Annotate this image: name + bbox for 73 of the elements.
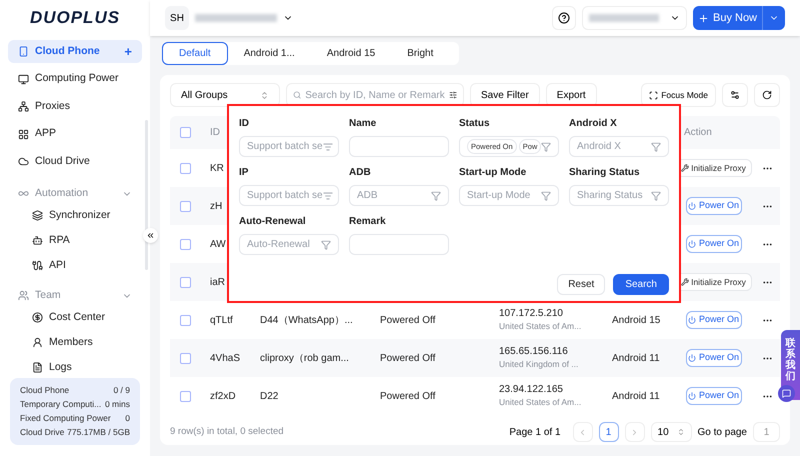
power-on-button[interactable]: Power On — [686, 197, 742, 215]
usage-value: 0 — [125, 412, 130, 425]
sidebar-item[interactable]: Cloud Phone + — [8, 40, 142, 63]
sidebar-item[interactable]: APP — [8, 122, 142, 146]
sidebar-item[interactable]: API — [8, 254, 142, 276]
usage-label: Cloud Drive — [20, 426, 64, 439]
usage-value: 775.17MB / 5GB — [67, 426, 130, 439]
tab[interactable]: Android 1... — [228, 42, 311, 65]
location-text: United States of Am... — [499, 396, 582, 408]
power-on-button[interactable]: Power On — [686, 235, 742, 253]
tab[interactable]: Bright — [391, 42, 450, 65]
field-label: ID — [239, 117, 250, 131]
column-header: Action — [683, 126, 713, 140]
page-size-select[interactable]: 10 — [650, 422, 692, 442]
sidebar-item[interactable]: Cloud Drive — [8, 150, 142, 173]
sidebar-item[interactable]: Members — [8, 332, 142, 354]
location-text: United Kingdom of ... — [499, 358, 580, 370]
buy-now-button[interactable]: Buy Now — [693, 6, 785, 30]
android-cell-text: Android 15 — [611, 314, 662, 328]
ip-cell-text: 165.65.156.116 — [499, 346, 569, 358]
sidebar-item[interactable]: Logs — [8, 356, 142, 378]
power-on-button[interactable]: Power On — [686, 349, 742, 367]
status-cell-text: Powered Off — [379, 352, 436, 366]
field-label: Name — [349, 117, 378, 131]
status-cell-text: Powered Off — [379, 390, 436, 404]
add-button[interactable]: + — [124, 45, 132, 58]
id-cell: KR — [210, 162, 224, 174]
location-text: United States of Am... — [499, 320, 582, 332]
field-label: Android X — [569, 117, 618, 131]
id-cell: zf2xD — [210, 390, 236, 402]
field-label: IP — [239, 166, 250, 180]
power-on-button[interactable]: Power On — [686, 311, 742, 329]
tab[interactable]: Android 15 — [310, 42, 392, 65]
search-button[interactable]: Search — [613, 274, 669, 295]
id-cell: 4VhaS — [210, 352, 240, 364]
power-on-button[interactable]: Power On — [686, 387, 742, 405]
field-label: Remark — [349, 215, 387, 229]
field-label: Sharing Status — [569, 166, 641, 180]
field-label: Auto-Renewal — [239, 215, 307, 229]
field-label: Start-up Mode — [459, 166, 528, 180]
ip-cell-text: 107.172.5.210 — [499, 308, 564, 320]
sidebar-item[interactable]: RPA — [8, 230, 142, 252]
ip-cell-text: 23.94.122.165 — [499, 384, 564, 396]
id-cell: iaR — [210, 276, 226, 288]
sidebar-item[interactable]: Synchronizer — [8, 204, 142, 226]
id-cell: AW — [210, 238, 226, 250]
usage-label: Temporary Computi... — [20, 398, 102, 411]
usage-value: 0 mins — [104, 398, 130, 411]
avatar[interactable]: SH — [165, 6, 189, 30]
goto-label: Go to page — [698, 426, 747, 440]
selection-summary: 9 row(s) in total, 0 selected — [170, 424, 284, 439]
usage-value: 0 / 9 — [113, 384, 130, 397]
id-cell: qTLtf — [210, 314, 233, 326]
name-cell-text: D22 — [259, 390, 280, 404]
page-info: Page 1 of 1 — [509, 426, 561, 440]
reset-button[interactable]: Reset — [557, 274, 606, 295]
usage-label: Cloud Phone — [20, 384, 70, 397]
field-label: Status — [459, 117, 491, 131]
column-header: ID — [209, 126, 221, 140]
sidebar-item[interactable]: Cost Center — [8, 306, 142, 328]
name-cell-text: cliproxy（rob gam... — [259, 352, 350, 366]
field-label: ADB — [349, 166, 372, 180]
android-cell-text: Android 11 — [611, 390, 661, 404]
id-cell: zH — [210, 200, 222, 212]
sidebar-item[interactable]: Proxies — [8, 95, 142, 118]
sidebar-item[interactable]: Computing Power — [8, 68, 142, 90]
android-cell-text: Android 11 — [611, 352, 661, 366]
tab[interactable]: Default — [162, 42, 228, 65]
logo: DUOPLUS — [30, 7, 120, 30]
page-button[interactable]: 1 — [598, 422, 619, 442]
status-cell-text: Powered Off — [379, 314, 436, 328]
usage-label: Fixed Computing Power — [20, 412, 111, 425]
name-cell-text: D44（WhatsApp）... — [259, 314, 354, 328]
